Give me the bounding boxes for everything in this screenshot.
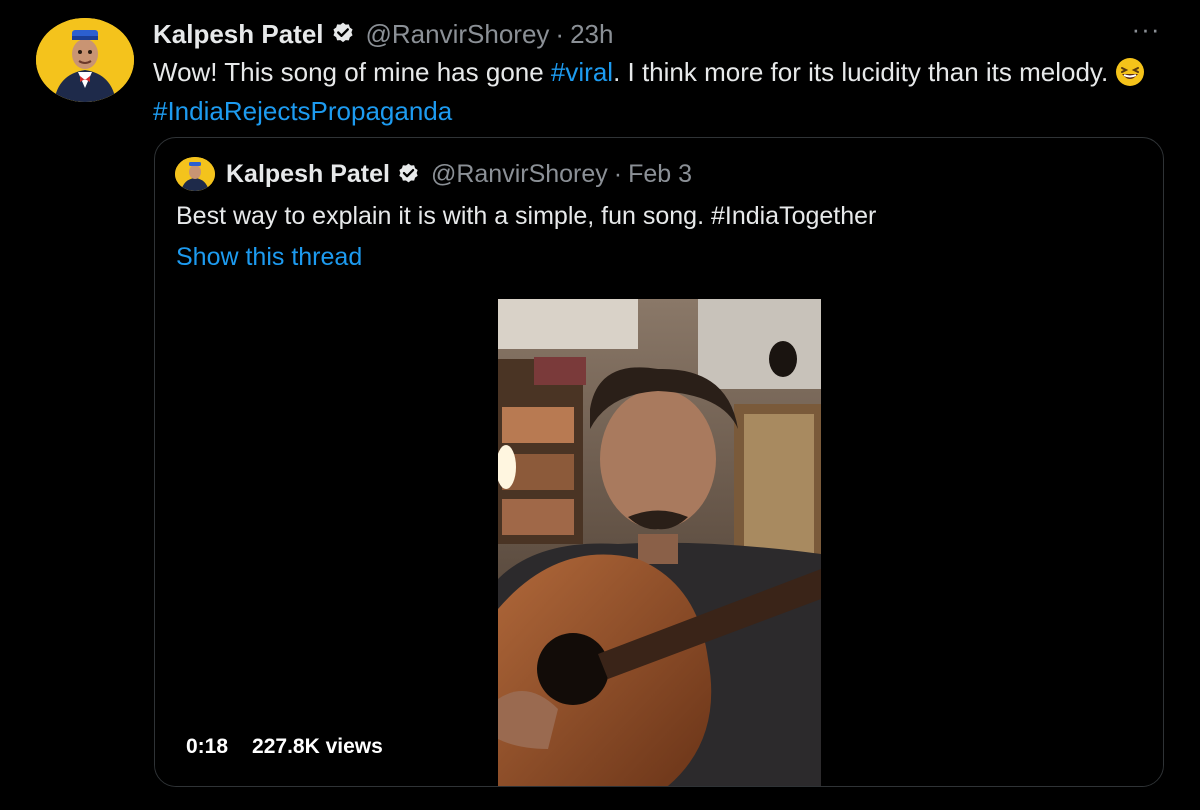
tweet[interactable]: Kalpesh Patel @RanvirShorey · 23h ··· Wo… <box>0 0 1200 810</box>
hashtag-viral[interactable]: #viral <box>551 57 613 87</box>
author-handle[interactable]: @RanvirShorey <box>366 19 550 50</box>
tweet-actions-row <box>0 795 1200 810</box>
video-stats: 0:18 227.8K views <box>186 735 407 759</box>
video-frame[interactable] <box>498 299 821 786</box>
verified-badge-icon <box>396 162 421 187</box>
author-avatar[interactable] <box>36 18 134 102</box>
video-player[interactable]: 0:18 227.8K views <box>155 299 1163 786</box>
tweet-timestamp[interactable]: 23h <box>570 19 613 50</box>
quoted-tweet-text: Best way to explain it is with a simple,… <box>176 202 877 230</box>
video-views: 227.8K views <box>252 735 383 758</box>
author-name[interactable]: Kalpesh Patel <box>153 19 324 50</box>
hashtag-india-rejects-propaganda[interactable]: #IndiaRejectsPropaganda <box>153 96 452 126</box>
quoted-author-handle[interactable]: @RanvirShorey <box>431 160 608 189</box>
tweet-text-part1: Wow! This song of mine has gone <box>153 57 551 87</box>
more-options-icon[interactable]: ··· <box>1126 14 1166 50</box>
show-thread-link[interactable]: Show this thread <box>176 241 362 273</box>
quoted-tweet-header: Kalpesh Patel @RanvirShorey · Feb 3 <box>226 157 692 191</box>
laughing-emoji-icon <box>1115 57 1145 95</box>
tweet-text-part2: . I think more for its lucidity than its… <box>613 57 1116 87</box>
header-separator: · <box>555 18 565 49</box>
verified-badge-icon <box>330 21 356 47</box>
quoted-tweet[interactable]: Kalpesh Patel @RanvirShorey · Feb 3 Best… <box>154 137 1164 787</box>
quoted-author-name[interactable]: Kalpesh Patel <box>226 160 390 189</box>
quoted-tweet-date[interactable]: Feb 3 <box>628 160 692 189</box>
quoted-header-separator: · <box>613 159 623 188</box>
quoted-author-avatar[interactable] <box>175 157 215 191</box>
video-duration: 0:18 <box>186 735 229 758</box>
tweet-text: Wow! This song of mine has gone #viral. … <box>153 56 1163 128</box>
tweet-header: Kalpesh Patel @RanvirShorey · 23h <box>153 18 613 50</box>
